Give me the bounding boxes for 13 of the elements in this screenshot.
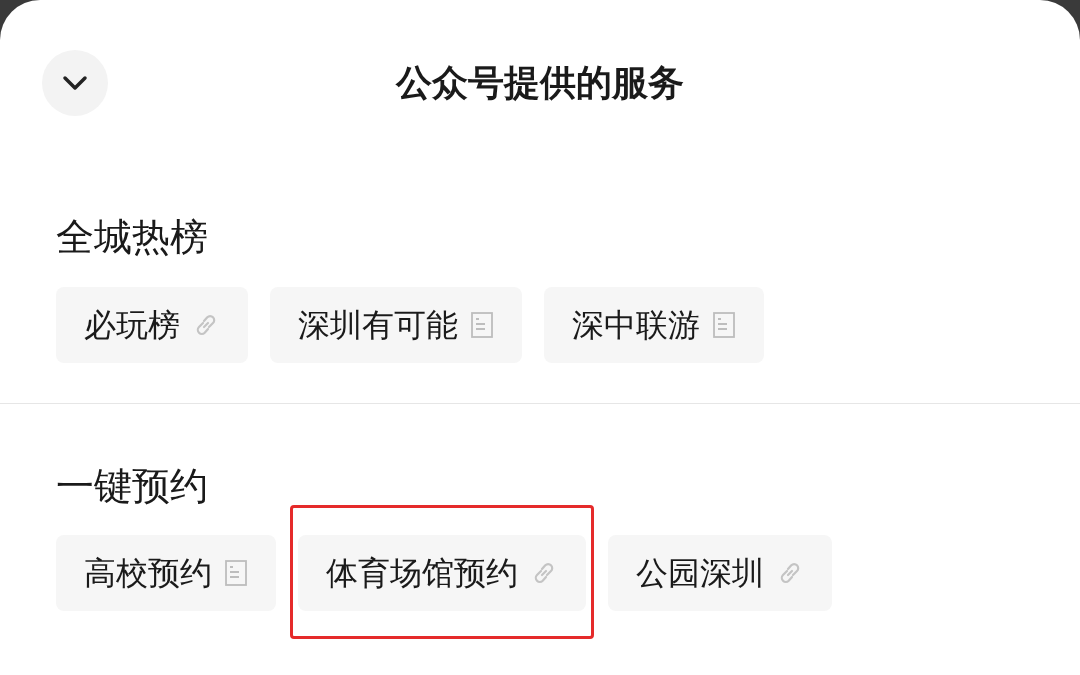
service-chip[interactable]: 公园深圳 (608, 535, 832, 612)
service-chip[interactable]: 深中联游 (544, 286, 764, 363)
document-icon (224, 559, 248, 588)
document-icon (470, 310, 494, 339)
service-chip[interactable]: 高校预约 (56, 535, 276, 612)
service-chip[interactable]: 深圳有可能 (270, 286, 522, 363)
section-title: 一键预约 (56, 463, 209, 510)
service-chip[interactable]: 体育场馆预约 (298, 535, 586, 612)
service-chip[interactable]: 必玩榜 (56, 286, 248, 363)
document-icon (712, 310, 736, 339)
sheet-title: 公众号提供的服务 (396, 60, 684, 105)
chevron-down-icon (60, 73, 90, 93)
section-title: 全城热榜 (56, 215, 209, 261)
